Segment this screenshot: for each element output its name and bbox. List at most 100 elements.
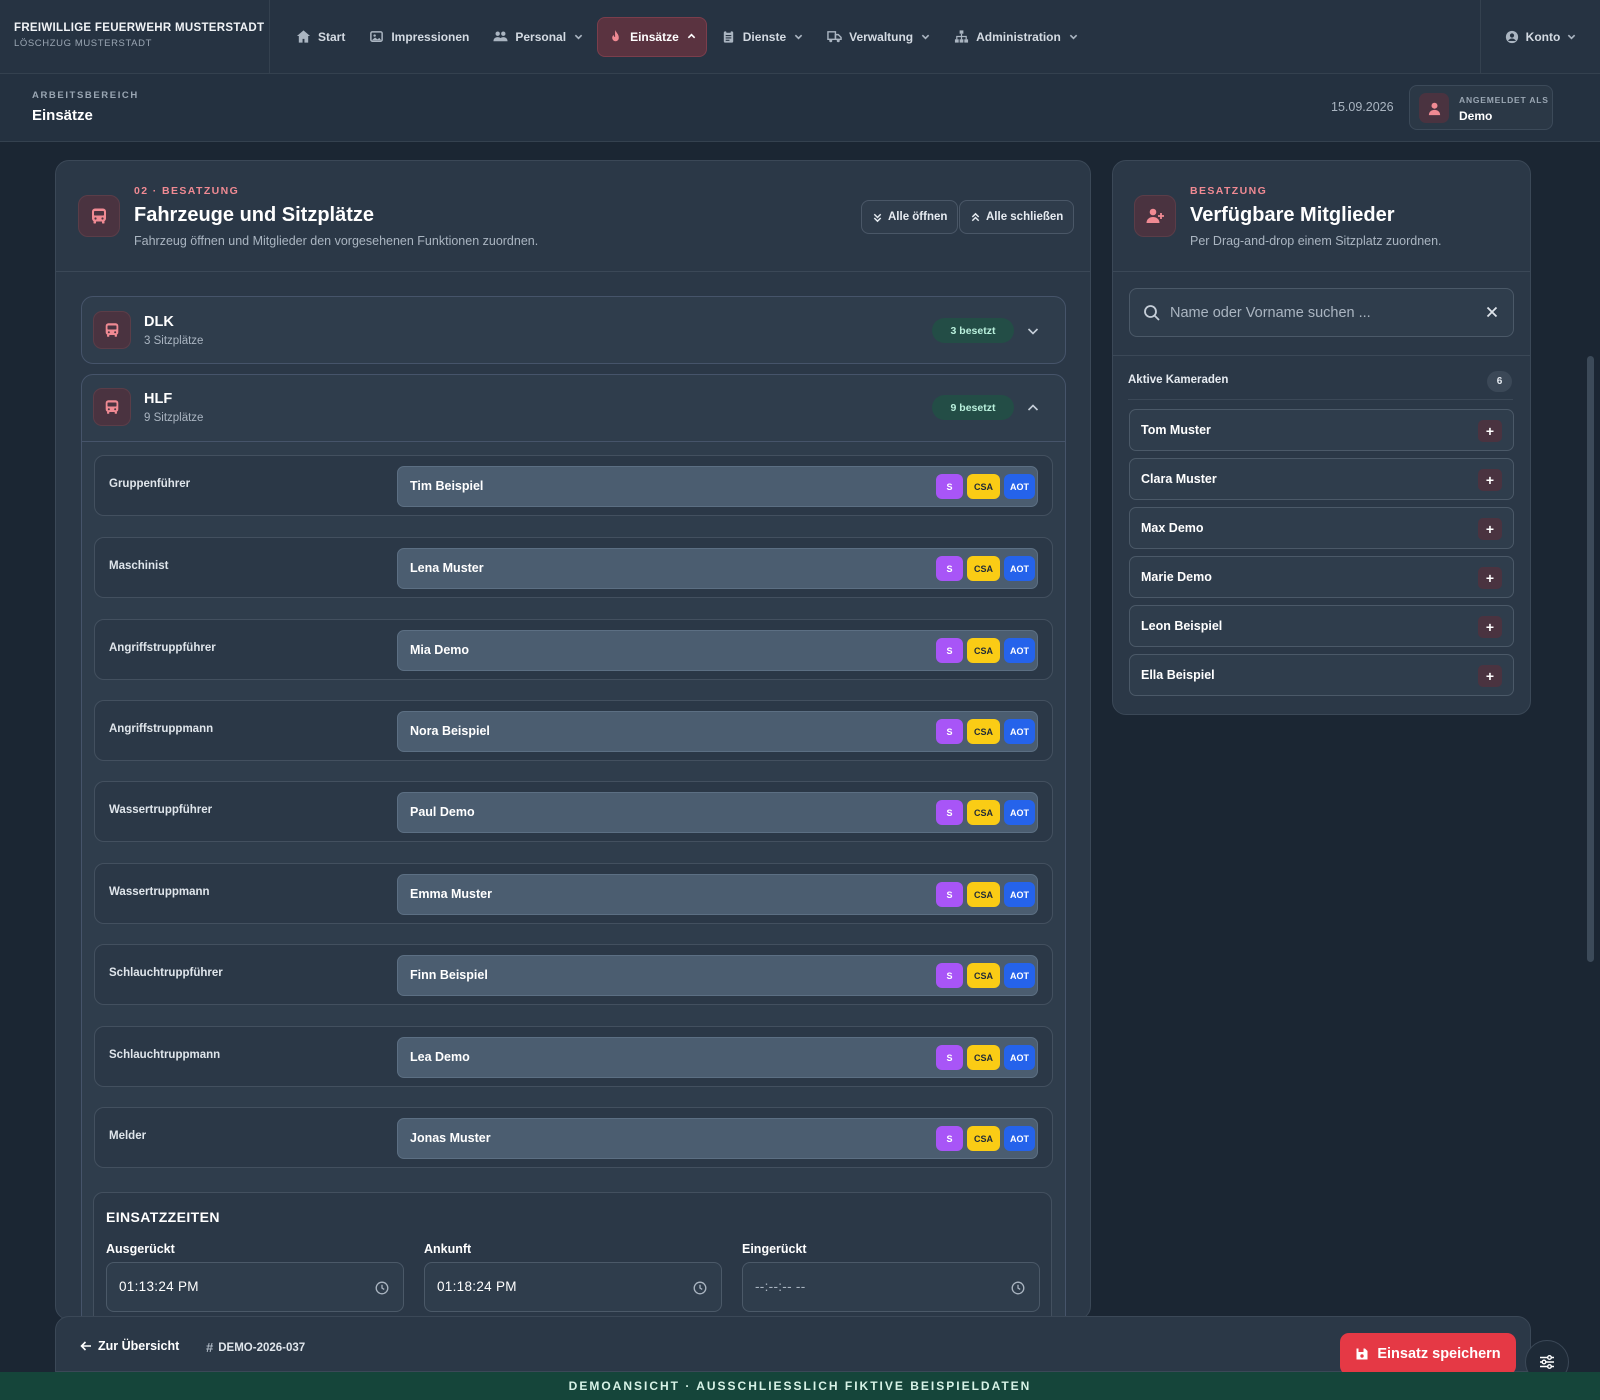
departed-time-input[interactable]: 01:13:24 PM — [106, 1262, 404, 1312]
qualification-tag-csa[interactable]: CSA — [967, 963, 1000, 988]
assigned-member-name: Jonas Muster — [410, 1131, 491, 1145]
add-member-button[interactable]: + — [1478, 665, 1502, 687]
seat-role: Maschinist — [109, 560, 169, 572]
member-card[interactable]: Leon Beispiel + — [1129, 605, 1514, 647]
qualification-tag-csa[interactable]: CSA — [967, 1045, 1000, 1070]
qualification-tag-aot[interactable]: AOT — [1004, 1126, 1035, 1151]
qualification-tag-s[interactable]: S — [936, 556, 963, 581]
bus-icon-badge — [93, 311, 131, 349]
qualification-tag-aot[interactable]: AOT — [1004, 882, 1035, 907]
members-panel-header: BESATZUNG Verfügbare Mitglieder Per Drag… — [1113, 161, 1530, 272]
nav-item-administration[interactable]: Administration — [944, 17, 1088, 57]
qualification-tag-s[interactable]: S — [936, 963, 963, 988]
seat-row-melder: Melder Jonas Muster S CSA AOT — [94, 1107, 1053, 1168]
nav-item-label: Impressionen — [391, 29, 470, 44]
close-all-button[interactable]: Alle schließen — [959, 200, 1075, 234]
vehicle-name: HLF — [144, 391, 173, 407]
back-to-overview-link[interactable]: Zur Übersicht — [80, 1339, 179, 1353]
close-icon[interactable] — [1485, 305, 1499, 319]
qualification-tag-csa[interactable]: CSA — [967, 638, 1000, 663]
assigned-member-chip[interactable]: Lena Muster S CSA AOT — [397, 548, 1038, 589]
assigned-member-chip[interactable]: Mia Demo S CSA AOT — [397, 630, 1038, 671]
nav-item-dienste[interactable]: Dienste — [711, 17, 813, 57]
vehicles-title: Fahrzeuge und Sitzplätze — [134, 204, 375, 226]
member-card[interactable]: Clara Muster + — [1129, 458, 1514, 500]
search-input[interactable] — [1170, 301, 1470, 325]
qualification-tag-aot[interactable]: AOT — [1004, 800, 1035, 825]
qualification-tag-s[interactable]: S — [936, 1126, 963, 1151]
add-member-button[interactable]: + — [1478, 420, 1502, 442]
clock-icon[interactable] — [693, 1281, 707, 1295]
qualification-tag-s[interactable]: S — [936, 719, 963, 744]
qualification-tag-csa[interactable]: CSA — [967, 719, 1000, 744]
qualification-tag-csa[interactable]: CSA — [967, 474, 1000, 499]
image-icon — [370, 31, 384, 42]
qualification-tag-csa[interactable]: CSA — [967, 556, 1000, 581]
qualification-tag-aot[interactable]: AOT — [1004, 719, 1035, 744]
add-member-button[interactable]: + — [1478, 616, 1502, 638]
assigned-member-chip[interactable]: Finn Beispiel S CSA AOT — [397, 955, 1038, 996]
seat-row-wassertruppmann: Wassertruppmann Emma Muster S CSA AOT — [94, 863, 1053, 924]
seat-role: Gruppenführer — [109, 478, 191, 490]
chevron-up-icon[interactable] — [1026, 401, 1040, 415]
assigned-member-chip[interactable]: Lea Demo S CSA AOT — [397, 1037, 1038, 1078]
member-card[interactable]: Ella Beispiel + — [1129, 654, 1514, 696]
mission-reference: # DEMO-2026-037 — [206, 1340, 305, 1355]
vehicle-card-dlk[interactable]: DLK 3 Sitzplätze 3 besetzt — [81, 296, 1066, 364]
save-mission-button[interactable]: Einsatz speichern — [1340, 1333, 1516, 1375]
nav-item-verwaltung[interactable]: Verwaltung — [817, 17, 940, 57]
qualification-tag-aot[interactable]: AOT — [1004, 638, 1035, 663]
brand-subtitle: LÖSCHZUG MUSTERSTADT — [14, 38, 152, 49]
add-member-button[interactable]: + — [1478, 518, 1502, 540]
vehicle-card-hlf[interactable]: HLF 9 Sitzplätze 9 besetzt Gruppenführer… — [81, 374, 1066, 1319]
assigned-member-name: Lea Demo — [410, 1050, 470, 1064]
returned-time-input[interactable]: --:--:-- -- — [742, 1262, 1040, 1312]
mission-times: EINSATZZEITEN Ausgerückt 01:13:24 PM Ank… — [93, 1192, 1052, 1319]
bus-icon — [105, 323, 119, 337]
qualification-tag-s[interactable]: S — [936, 474, 963, 499]
clock-icon[interactable] — [375, 1281, 389, 1295]
logged-in-user[interactable]: ANGEMELDET ALS Demo — [1409, 85, 1553, 130]
flame-icon — [612, 29, 619, 42]
chevron-down-icon[interactable] — [1026, 324, 1040, 338]
add-member-button[interactable]: + — [1478, 469, 1502, 491]
qualification-tag-aot[interactable]: AOT — [1004, 1045, 1035, 1070]
qualification-tag-aot[interactable]: AOT — [1004, 963, 1035, 988]
nav-item-personal[interactable]: Personal — [483, 17, 593, 57]
qualification-tag-s[interactable]: S — [936, 638, 963, 663]
assigned-member-chip[interactable]: Emma Muster S CSA AOT — [397, 874, 1038, 915]
assigned-member-chip[interactable]: Nora Beispiel S CSA AOT — [397, 711, 1038, 752]
search-icon — [1144, 305, 1160, 321]
brand[interactable]: FREIWILLIGE FEUERWEHR MUSTERSTADT LÖSCHZ… — [0, 0, 270, 73]
assigned-member-name: Paul Demo — [410, 805, 475, 819]
assigned-member-chip[interactable]: Paul Demo S CSA AOT — [397, 792, 1038, 833]
chevron-down-icon — [1568, 34, 1576, 40]
logged-in-name: Demo — [1459, 109, 1493, 123]
qualification-tag-aot[interactable]: AOT — [1004, 474, 1035, 499]
qualification-tag-csa[interactable]: CSA — [967, 882, 1000, 907]
member-card[interactable]: Marie Demo + — [1129, 556, 1514, 598]
nav-item-start[interactable]: Start — [286, 17, 355, 57]
bus-icon-badge — [93, 388, 131, 426]
occupied-badge: 9 besetzt — [932, 395, 1014, 420]
page-scrollbar[interactable] — [1587, 356, 1594, 962]
assigned-member-chip[interactable]: Tim Beispiel S CSA AOT — [397, 466, 1038, 507]
time-value: 01:13:24 PM — [119, 1279, 199, 1294]
qualification-tag-s[interactable]: S — [936, 882, 963, 907]
open-all-button[interactable]: Alle öffnen — [861, 200, 959, 234]
qualification-tag-csa[interactable]: CSA — [967, 1126, 1000, 1151]
add-member-button[interactable]: + — [1478, 567, 1502, 589]
nav-item-einsaetze[interactable]: Einsätze — [597, 16, 707, 57]
nav-item-impressionen[interactable]: Impressionen — [359, 17, 479, 57]
qualification-tag-s[interactable]: S — [936, 1045, 963, 1070]
occupied-badge: 3 besetzt — [932, 318, 1014, 343]
assigned-member-chip[interactable]: Jonas Muster S CSA AOT — [397, 1118, 1038, 1159]
member-card[interactable]: Max Demo + — [1129, 507, 1514, 549]
arrival-time-input[interactable]: 01:18:24 PM — [424, 1262, 722, 1312]
qualification-tag-s[interactable]: S — [936, 800, 963, 825]
member-card[interactable]: Tom Muster + — [1129, 409, 1514, 451]
clock-icon[interactable] — [1011, 1281, 1025, 1295]
qualification-tag-aot[interactable]: AOT — [1004, 556, 1035, 581]
account-menu[interactable]: Konto — [1480, 0, 1600, 73]
qualification-tag-csa[interactable]: CSA — [967, 800, 1000, 825]
